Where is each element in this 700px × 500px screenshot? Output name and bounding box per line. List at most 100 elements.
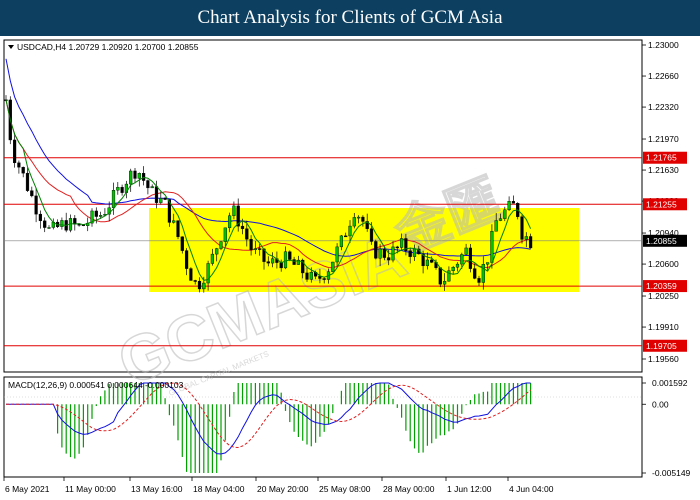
candle-body [305, 272, 309, 280]
price-tick-label: 1.19910 [648, 322, 679, 332]
candle-body [60, 220, 64, 227]
candle-body [395, 246, 399, 249]
candle-body [451, 267, 455, 271]
candle-body [43, 220, 47, 228]
candle-body [184, 250, 189, 269]
macd-tick-label: -0.005149 [652, 468, 691, 478]
date-tick-label: 20 May 20:00 [257, 484, 309, 494]
candle-body [481, 264, 485, 283]
macd-axis: 0.001592 0.00 -0.005149 [642, 378, 691, 478]
date-tick-label: 25 May 08:00 [319, 484, 371, 494]
candle-body [94, 210, 98, 217]
price-tick-label: 1.20250 [648, 291, 679, 301]
candle-body [425, 259, 429, 267]
candle-body [369, 228, 374, 242]
candle-body [494, 220, 498, 232]
candle-body [511, 201, 515, 204]
candle-body [223, 227, 227, 242]
macd-tick-label: 0.001592 [652, 378, 688, 388]
date-tick-label: 11 May 00:00 [65, 484, 116, 494]
candle-body [227, 215, 232, 229]
candle-body [215, 248, 219, 255]
candle-body [490, 231, 494, 263]
candle-body [154, 186, 159, 203]
candle-body [189, 268, 193, 281]
candle-body [529, 236, 533, 249]
candle-body [486, 262, 490, 265]
candle-body [98, 215, 103, 217]
date-tick-label: 13 May 16:00 [131, 484, 183, 494]
candle-body [253, 248, 257, 250]
candle-body [292, 259, 296, 265]
candle-body [288, 251, 292, 260]
date-tick-label: 18 May 04:00 [193, 484, 245, 494]
candle-body [116, 187, 120, 191]
candle-body [271, 258, 275, 264]
candle-body [455, 263, 460, 268]
price-tick-label: 1.20600 [648, 259, 679, 269]
candle-body [111, 189, 116, 208]
candle-body [400, 238, 404, 248]
page-header: Chart Analysis for Clients of GCM Asia [0, 0, 700, 36]
candle-body [34, 195, 38, 215]
candle-body [150, 186, 154, 189]
candle-body [520, 216, 524, 240]
date-tick-label: 6 May 2021 [5, 484, 50, 494]
candle-body [163, 198, 167, 200]
candle-body [443, 280, 447, 285]
date-tick-label: 1 Jun 12:00 [447, 484, 492, 494]
macd-plot-frame [3, 376, 643, 478]
candle-body [378, 248, 382, 259]
date-tick-label: 4 Jun 04:00 [509, 484, 554, 494]
candle-body [382, 248, 386, 258]
candle-body [322, 278, 326, 280]
candle-body [17, 162, 21, 168]
candle-body [137, 173, 141, 179]
candle-body [408, 250, 412, 257]
candle-body [352, 217, 356, 227]
candle-body [361, 216, 365, 222]
price-tag-label: 1.19705 [646, 341, 677, 351]
candle-body [279, 262, 283, 269]
candle-body [176, 220, 180, 237]
price-tick-label: 1.21970 [648, 134, 679, 144]
candle-body [477, 278, 481, 283]
candle-body [197, 281, 202, 290]
symbol-info: USDCAD,H4 1.20729 1.20920 1.20700 1.2085… [17, 42, 199, 52]
candle-body [473, 268, 477, 279]
price-tick-label: 1.23000 [648, 40, 679, 50]
candle-body [249, 238, 253, 250]
price-tag-label: 1.21765 [646, 153, 677, 163]
candle-body [339, 235, 343, 248]
candle-body [438, 267, 442, 285]
candle-body [503, 209, 507, 219]
candle-body [210, 253, 214, 264]
candle-body [344, 235, 348, 238]
candle-body [202, 282, 206, 290]
candle-body [266, 261, 270, 264]
price-tag-label: 1.21255 [646, 199, 677, 209]
candle-body [374, 241, 378, 259]
candle-body [129, 170, 133, 185]
candle-body [25, 172, 30, 191]
chart-area: GCMASIA GLOBAL CAPITAL MARKETS 金匯 USDCAD… [3, 39, 691, 494]
candle-body [498, 218, 503, 221]
candle-body [335, 246, 339, 263]
candle-body [283, 251, 288, 269]
candle-body [387, 257, 391, 261]
price-tick-label: 1.19560 [648, 354, 679, 364]
candle-body [219, 241, 223, 249]
candle-body [12, 139, 17, 164]
candle-body [331, 261, 335, 272]
candle-body [258, 248, 262, 250]
candle-body [172, 220, 176, 223]
price-tag-label: 1.20359 [646, 281, 677, 291]
candle-body [357, 216, 361, 219]
candle-body [38, 213, 42, 222]
macd-label: MACD(12,26,9) 0.000541 0.000644 -0.00010… [8, 380, 184, 390]
candle-body [180, 236, 184, 251]
candle-body [146, 180, 150, 189]
candle-body [348, 225, 352, 237]
price-tick-label: 1.22320 [648, 102, 679, 112]
price-tag-label: 1.20855 [646, 236, 677, 246]
